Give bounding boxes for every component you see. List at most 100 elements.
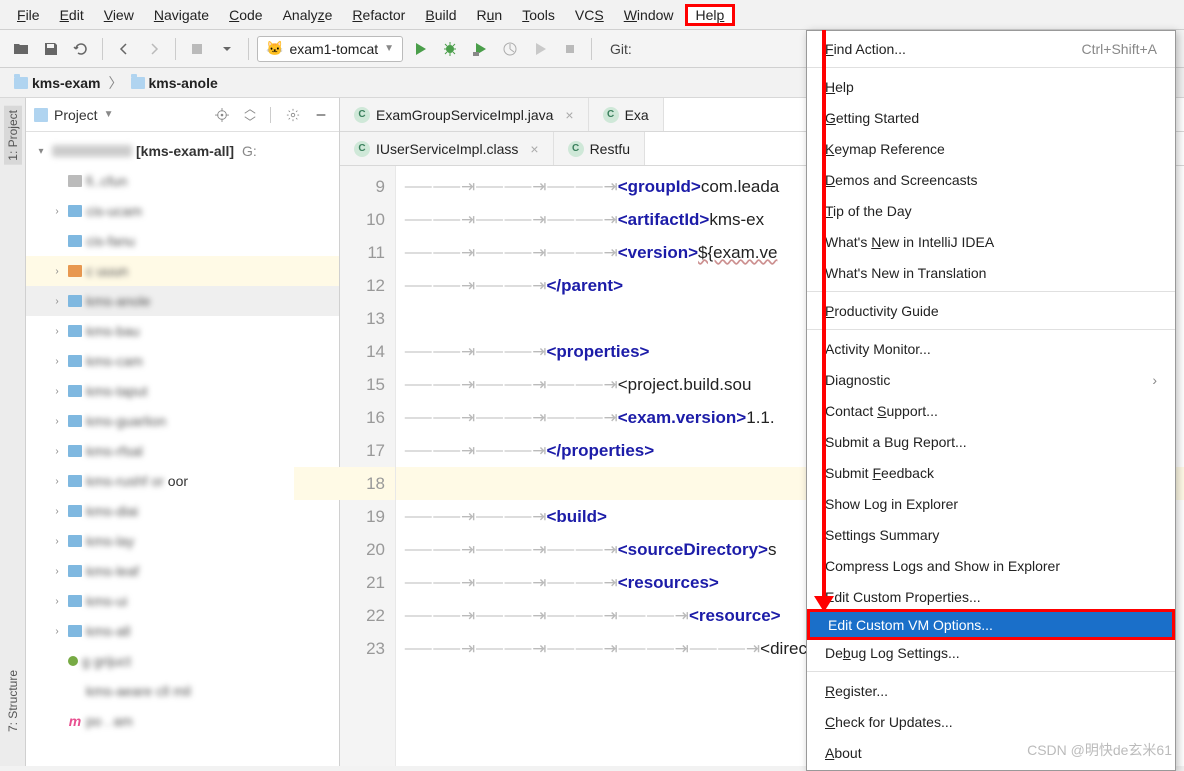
- editor-tab[interactable]: CRestfu: [554, 132, 645, 165]
- menu-help[interactable]: Help: [685, 4, 736, 26]
- editor-tab[interactable]: CIUserServiceImpl.class×: [340, 132, 554, 165]
- dropdown-icon[interactable]: [214, 36, 240, 62]
- tree-item[interactable]: ›kms-taput: [26, 376, 339, 406]
- help-menu-item[interactable]: Keymap Reference: [807, 133, 1175, 164]
- expand-icon[interactable]: [240, 105, 260, 125]
- tree-item[interactable]: ›cis-ucam: [26, 196, 339, 226]
- tree-item[interactable]: ›kms-rfsal: [26, 436, 339, 466]
- help-menu-item[interactable]: Tip of the Day: [807, 195, 1175, 226]
- tree-item[interactable]: ›kms-all: [26, 616, 339, 646]
- profile-icon[interactable]: [497, 36, 523, 62]
- tree-root[interactable]: ▾ [kms-exam-all] G:: [26, 136, 339, 166]
- chevron-icon: ›: [50, 536, 64, 547]
- gear-icon[interactable]: [283, 105, 303, 125]
- editor-tab[interactable]: CExamGroupServiceImpl.java×: [340, 98, 589, 131]
- help-menu-item[interactable]: Help: [807, 71, 1175, 102]
- locate-icon[interactable]: [212, 105, 232, 125]
- back-icon[interactable]: [111, 36, 137, 62]
- help-menu-item[interactable]: Getting Started: [807, 102, 1175, 133]
- tree-item[interactable]: ›kms-rushf oroor: [26, 466, 339, 496]
- help-menu-item[interactable]: Check for Updates...: [807, 706, 1175, 737]
- sidebar-tab-project[interactable]: 1: Project: [4, 106, 22, 165]
- chevron-down-icon[interactable]: ▼: [104, 109, 114, 120]
- tree-item[interactable]: ›kms-bau: [26, 316, 339, 346]
- tree-item[interactable]: ›kms-cam: [26, 346, 339, 376]
- tree-item[interactable]: g grijuct: [26, 646, 339, 676]
- help-menu-item[interactable]: Show Log in Explorer: [807, 488, 1175, 519]
- help-menu-item[interactable]: Find Action...Ctrl+Shift+A: [807, 33, 1175, 64]
- menu-code[interactable]: Code: [220, 4, 271, 26]
- help-menu-item[interactable]: Debug Log Settings...: [807, 637, 1175, 668]
- help-menu-item[interactable]: Compress Logs and Show in Explorer: [807, 550, 1175, 581]
- menu-edit[interactable]: Edit: [51, 4, 93, 26]
- tree-item[interactable]: kms-aeare cll mil: [26, 676, 339, 706]
- menu-label: Debug Log Settings...: [825, 645, 960, 661]
- minimize-icon[interactable]: [311, 105, 331, 125]
- chevron-icon: ›: [50, 446, 64, 457]
- menu-tools[interactable]: Tools: [513, 4, 564, 26]
- run-config-combo[interactable]: 🐱 exam1-tomcat ▼: [257, 36, 403, 62]
- help-menu-item[interactable]: Register...: [807, 675, 1175, 706]
- tree-item[interactable]: mpo . am: [26, 706, 339, 736]
- refresh-icon[interactable]: [68, 36, 94, 62]
- save-icon[interactable]: [38, 36, 64, 62]
- project-title[interactable]: Project: [54, 107, 98, 123]
- breadcrumb-item[interactable]: kms-anole: [127, 73, 222, 93]
- menu-navigate[interactable]: Navigate: [145, 4, 218, 26]
- tree-item[interactable]: ›kms-leaf: [26, 556, 339, 586]
- help-menu-item[interactable]: Edit Custom Properties...: [807, 581, 1175, 612]
- tree-item[interactable]: fi..cfun: [26, 166, 339, 196]
- editor-tab[interactable]: CExa: [589, 98, 664, 131]
- folder-icon: [14, 77, 28, 89]
- help-menu-item[interactable]: Demos and Screencasts: [807, 164, 1175, 195]
- menu-vcs[interactable]: VCS: [566, 4, 613, 26]
- help-menu-item[interactable]: What's New in Translation: [807, 257, 1175, 288]
- tree-label: cis-fanu: [86, 233, 135, 249]
- menu-label: Settings Summary: [825, 527, 939, 543]
- tree-item[interactable]: ›kms-lay: [26, 526, 339, 556]
- folder-icon: [68, 205, 82, 217]
- tree-item[interactable]: ›c uuun: [26, 256, 339, 286]
- coverage-icon[interactable]: [467, 36, 493, 62]
- forward-icon[interactable]: [141, 36, 167, 62]
- breadcrumb-item[interactable]: kms-exam: [10, 73, 105, 93]
- help-menu-item[interactable]: Submit Feedback: [807, 457, 1175, 488]
- open-icon[interactable]: [8, 36, 34, 62]
- tree-item[interactable]: ›kms-ui: [26, 586, 339, 616]
- help-menu-item[interactable]: Submit a Bug Report...: [807, 426, 1175, 457]
- menu-file[interactable]: File: [8, 4, 49, 26]
- tree-label: cis-ucam: [86, 203, 142, 219]
- menu-run[interactable]: Run: [468, 4, 512, 26]
- help-menu-item[interactable]: What's New in IntelliJ IDEA: [807, 226, 1175, 257]
- help-menu-item[interactable]: Diagnostic›: [807, 364, 1175, 395]
- menu-window[interactable]: Window: [615, 4, 683, 26]
- help-menu-item[interactable]: Productivity Guide: [807, 295, 1175, 326]
- menu-label: Submit Feedback: [825, 465, 934, 481]
- menu-build[interactable]: Build: [416, 4, 465, 26]
- tree-item[interactable]: cis-fanu: [26, 226, 339, 256]
- dot-icon: [68, 656, 78, 666]
- project-tree[interactable]: ▾ [kms-exam-all] G: fi..cfun›cis-ucamcis…: [26, 132, 339, 766]
- help-menu-item[interactable]: Activity Monitor...: [807, 333, 1175, 364]
- close-icon[interactable]: ×: [565, 107, 573, 123]
- close-icon[interactable]: ×: [530, 141, 538, 157]
- help-menu-item[interactable]: Edit Custom VM Options...: [807, 609, 1175, 640]
- attach-icon[interactable]: [527, 36, 553, 62]
- menu-refactor[interactable]: Refactor: [343, 4, 414, 26]
- debug-icon[interactable]: [437, 36, 463, 62]
- folder-icon: [68, 595, 82, 607]
- tree-item[interactable]: ›kms-diai: [26, 496, 339, 526]
- help-menu-item[interactable]: Settings Summary: [807, 519, 1175, 550]
- stop2-icon[interactable]: [557, 36, 583, 62]
- tree-item[interactable]: ›kms-anole: [26, 286, 339, 316]
- tree-item[interactable]: ›kms-guarlion: [26, 406, 339, 436]
- menu-view[interactable]: View: [95, 4, 143, 26]
- stop-icon[interactable]: [184, 36, 210, 62]
- tab-label: ExamGroupServiceImpl.java: [376, 107, 553, 123]
- help-menu-item[interactable]: Contact Support...: [807, 395, 1175, 426]
- menu-analyze[interactable]: Analyze: [274, 4, 342, 26]
- shortcut: Ctrl+Shift+A: [1082, 41, 1157, 57]
- folder-icon: [68, 265, 82, 277]
- sidebar-tab-structure[interactable]: 7: Structure: [4, 666, 22, 736]
- run-icon[interactable]: [407, 36, 433, 62]
